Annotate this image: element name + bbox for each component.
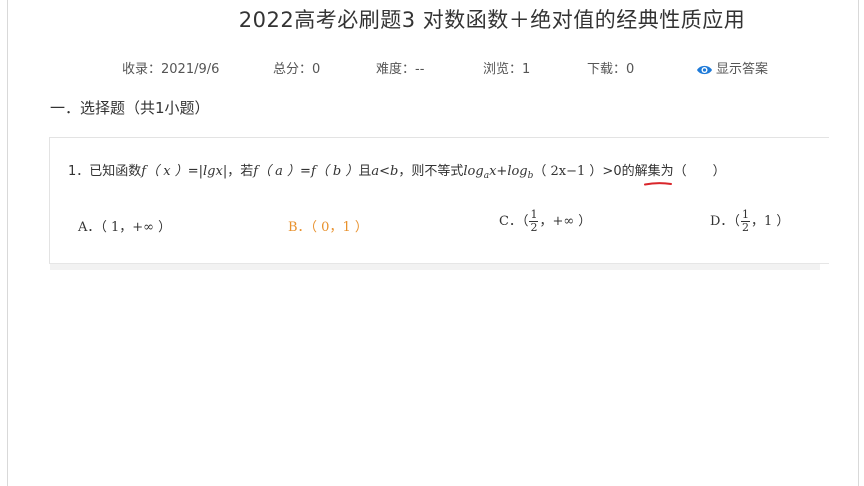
page-right-border: [858, 0, 859, 486]
fraction-one-half: 12: [529, 208, 539, 234]
show-answer-button[interactable]: 显示答案: [696, 58, 768, 80]
fraction-one-half: 12: [740, 208, 750, 234]
option-b[interactable]: B．（ 0，1 ）: [288, 216, 368, 235]
section-title: 一．选择题（共1小题）: [50, 99, 210, 117]
option-a[interactable]: A．（ 1，+∞ ）: [78, 216, 171, 235]
question-card-footer: [50, 264, 820, 270]
question-card: [49, 137, 829, 264]
page-left-border: [7, 0, 8, 486]
question-stem: 1．已知函数f（ x ）=|lgx|，若f（ a ）=f（ b ）且a<b，则不…: [68, 164, 726, 181]
meta-difficulty: 难度：--: [376, 62, 425, 77]
option-d[interactable]: D．（ 1 2 ，1 ）: [710, 209, 789, 234]
question-number: 1．: [68, 164, 90, 179]
meta-views: 浏览：1: [483, 62, 531, 77]
meta-recorded: 收录：2021/9/6: [122, 62, 220, 77]
eye-icon: [696, 64, 713, 80]
handwritten-underline-annotation: [644, 182, 672, 186]
meta-downloads: 下载：0: [587, 62, 635, 77]
meta-score: 总分：0: [273, 62, 321, 77]
show-answer-label: 显示答案: [716, 62, 769, 77]
page-title: 2022高考必刷题3 对数函数＋绝对值的经典性质应用: [238, 8, 746, 32]
option-c[interactable]: C．（ 1 2 ，+∞ ）: [499, 209, 591, 234]
